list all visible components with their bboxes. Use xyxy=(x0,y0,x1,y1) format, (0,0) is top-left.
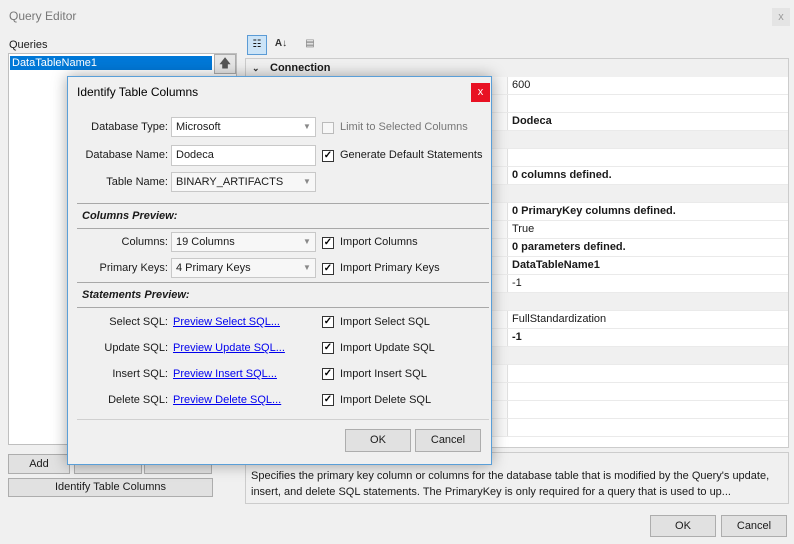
divider xyxy=(77,419,489,420)
update-sql-label: Update SQL: xyxy=(104,342,168,354)
close-icon[interactable]: x xyxy=(471,83,490,102)
database-type-select[interactable]: Microsoft ▼ xyxy=(171,117,316,137)
import-select-sql-checkbox[interactable]: ✓ xyxy=(322,316,334,328)
divider xyxy=(77,228,489,229)
import-columns-label: Import Columns xyxy=(340,236,418,248)
primary-keys-value: 4 Primary Keys xyxy=(176,262,251,274)
preview-update-sql-link[interactable]: Preview Update SQL... xyxy=(173,342,285,354)
close-icon[interactable]: x xyxy=(772,8,790,26)
delete-sql-label: Delete SQL: xyxy=(108,394,168,406)
ok-button[interactable]: OK xyxy=(650,515,716,537)
divider xyxy=(77,282,489,283)
property-value: DataTableName1 xyxy=(512,259,600,271)
generate-checkbox[interactable]: ✓ xyxy=(322,150,334,162)
ok-button[interactable]: OK xyxy=(345,429,411,452)
import-columns-checkbox[interactable]: ✓ xyxy=(322,237,334,249)
table-name-select[interactable]: BINARY_ARTIFACTS ▼ xyxy=(171,172,316,192)
statements-preview-title: Statements Preview: xyxy=(82,289,190,301)
database-type-label: Database Type: xyxy=(91,121,168,133)
cancel-button[interactable]: Cancel xyxy=(721,515,787,537)
insert-sql-label: Insert SQL: xyxy=(112,368,168,380)
property-grid-toolbar: ☷ A↓ ▤ xyxy=(245,32,789,58)
limit-checkbox[interactable] xyxy=(322,122,334,134)
divider xyxy=(77,307,489,308)
queries-label: Queries xyxy=(9,39,48,51)
import-update-sql-label: Import Update SQL xyxy=(340,342,435,354)
window-title: Query Editor xyxy=(9,9,77,23)
dialog-title: Identify Table Columns xyxy=(77,85,199,99)
property-value: 0 parameters defined. xyxy=(512,241,626,253)
columns-select[interactable]: 19 Columns ▼ xyxy=(171,232,316,252)
categorized-icon[interactable]: ☷ xyxy=(247,35,267,55)
chevron-down-icon[interactable]: ▼ xyxy=(299,118,315,136)
import-insert-sql-checkbox[interactable]: ✓ xyxy=(322,368,334,380)
identify-table-columns-button[interactable]: Identify Table Columns xyxy=(8,478,213,497)
select-sql-label: Select SQL: xyxy=(109,316,168,328)
chevron-down-icon[interactable]: ▼ xyxy=(299,259,315,277)
limit-label: Limit to Selected Columns xyxy=(340,121,468,133)
arrow-up-icon[interactable]: 🡅 xyxy=(214,54,236,74)
primary-keys-select[interactable]: 4 Primary Keys ▼ xyxy=(171,258,316,278)
list-item[interactable]: DataTableName1 xyxy=(10,56,212,70)
table-name-label: Table Name: xyxy=(106,176,168,188)
divider xyxy=(77,203,489,204)
import-primary-keys-checkbox[interactable]: ✓ xyxy=(322,263,334,275)
property-value: 0 PrimaryKey columns defined. xyxy=(512,205,676,217)
property-value: 600 xyxy=(512,79,531,91)
property-value: 0 columns defined. xyxy=(512,169,612,181)
import-delete-sql-checkbox[interactable]: ✓ xyxy=(322,394,334,406)
preview-insert-sql-link[interactable]: Preview Insert SQL... xyxy=(173,368,277,380)
columns-label: Columns: xyxy=(121,236,168,248)
property-pages-icon[interactable]: ▤ xyxy=(300,35,320,55)
property-value: Dodeca xyxy=(512,115,552,127)
import-select-sql-label: Import Select SQL xyxy=(340,316,430,328)
table-name-value: BINARY_ARTIFACTS xyxy=(176,176,284,188)
cancel-button[interactable]: Cancel xyxy=(415,429,481,452)
database-type-value: Microsoft xyxy=(176,121,221,133)
chevron-down-icon[interactable]: ⌄ xyxy=(252,59,260,77)
database-name-label: Database Name: xyxy=(85,149,168,161)
import-delete-sql-label: Import Delete SQL xyxy=(340,394,432,406)
property-value: -1 xyxy=(512,331,522,343)
preview-select-sql-link[interactable]: Preview Select SQL... xyxy=(173,316,280,328)
database-name-field[interactable]: Dodeca xyxy=(171,145,316,166)
chevron-down-icon[interactable]: ▼ xyxy=(299,173,315,191)
property-value: True xyxy=(512,223,535,235)
generate-label: Generate Default Statements xyxy=(340,149,483,161)
import-insert-sql-label: Import Insert SQL xyxy=(340,368,427,380)
identify-table-columns-dialog: Identify Table Columns x Database Type: … xyxy=(67,76,492,465)
alphabetical-sort-icon[interactable]: A↓ xyxy=(271,35,291,55)
property-value: FullStandardization xyxy=(512,313,607,325)
primary-keys-label: Primary Keys: xyxy=(99,262,168,274)
property-value: -1 xyxy=(512,277,522,289)
category-header[interactable]: ⌄ Connection xyxy=(246,59,788,77)
preview-delete-sql-link[interactable]: Preview Delete SQL... xyxy=(173,394,281,406)
import-update-sql-checkbox[interactable]: ✓ xyxy=(322,342,334,354)
columns-preview-title: Columns Preview: xyxy=(82,210,178,222)
category-label: Connection xyxy=(270,62,331,74)
import-primary-keys-label: Import Primary Keys xyxy=(340,262,440,274)
chevron-down-icon[interactable]: ▼ xyxy=(299,233,315,251)
columns-value: 19 Columns xyxy=(176,236,235,248)
add-button[interactable]: Add xyxy=(8,454,70,474)
